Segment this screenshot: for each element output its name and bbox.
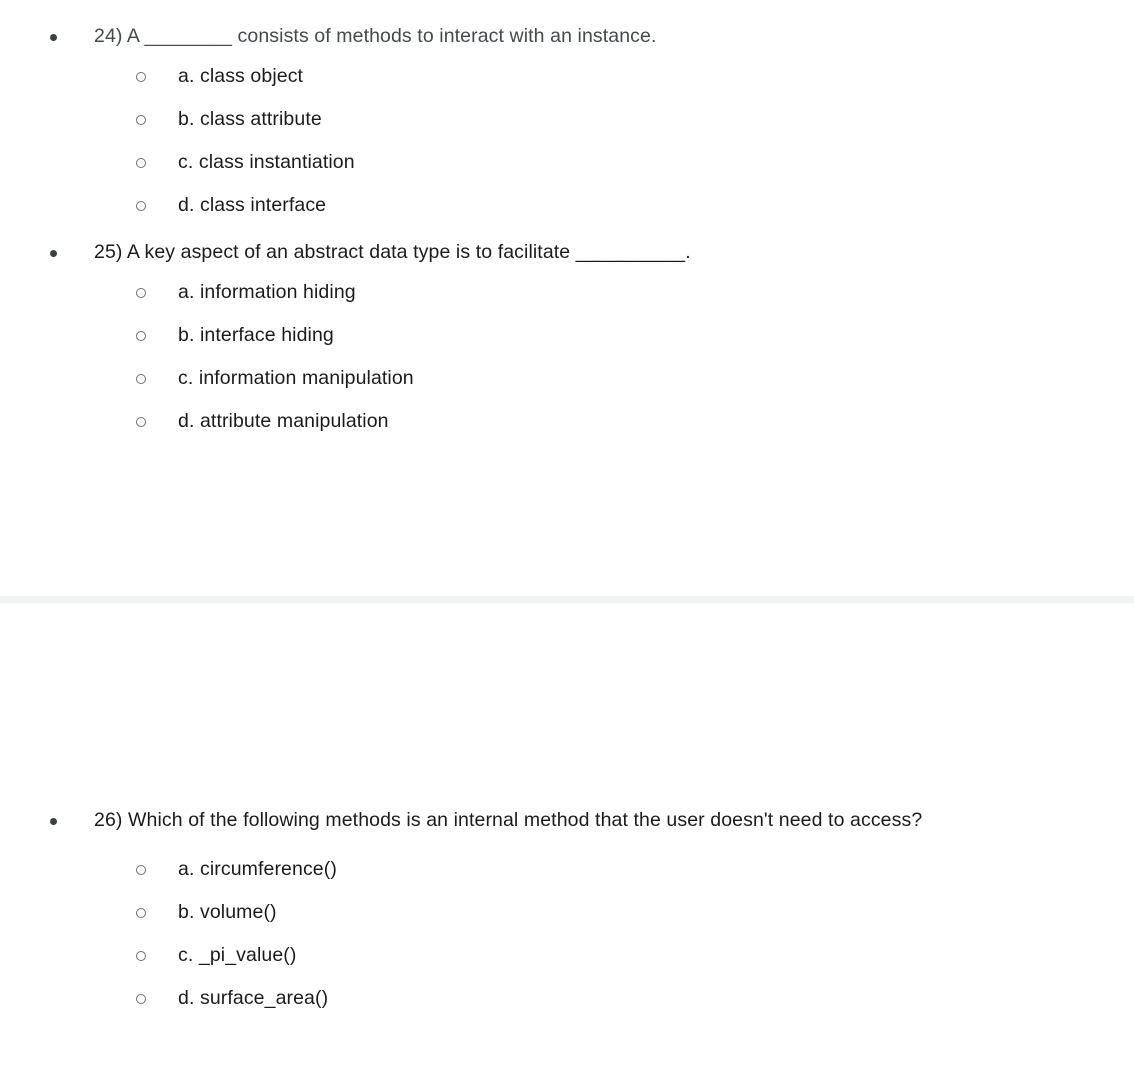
option-label: a. circumference() [178,858,337,880]
option-item[interactable]: b. class attribute [0,104,1134,147]
radio-circle-icon[interactable] [136,190,178,220]
option-label: c. _pi_value() [178,944,297,966]
option-item[interactable]: c. information manipulation [0,363,1134,406]
bullet-icon [44,238,94,268]
question-prompt: 24) A ________ consists of methods to in… [94,25,657,47]
option-list-q25: a. information hiding b. interface hidin… [0,277,1134,449]
option-item[interactable]: d. surface_area() [0,983,1134,1026]
option-label: d. class interface [178,194,327,216]
radio-circle-icon[interactable] [136,854,178,884]
option-label: b. interface hiding [178,324,334,346]
option-item[interactable]: c. class instantiation [0,147,1134,190]
option-item[interactable]: a. class object [0,61,1134,104]
radio-circle-icon[interactable] [136,363,178,393]
question-item-q24: 24) A ________ consists of methods to in… [0,22,1134,52]
option-item[interactable]: b. volume() [0,897,1134,940]
radio-circle-icon[interactable] [136,277,178,307]
option-label: c. class instantiation [178,151,355,173]
radio-circle-icon[interactable] [136,61,178,91]
quiz-page: 24) A ________ consists of methods to in… [0,0,1134,1080]
option-item[interactable]: a. circumference() [0,854,1134,897]
option-list-q26: a. circumference() b. volume() c. _pi_va… [0,854,1134,1026]
option-item[interactable]: d. attribute manipulation [0,406,1134,449]
option-item[interactable]: c. _pi_value() [0,940,1134,983]
top-spacer [0,0,1134,22]
option-label: a. class object [178,65,304,87]
bullet-icon [44,806,94,836]
question-prompt: 26) Which of the following methods is an… [94,809,923,831]
radio-circle-icon[interactable] [136,320,178,350]
radio-circle-icon[interactable] [136,147,178,177]
option-item[interactable]: a. information hiding [0,277,1134,320]
radio-circle-icon[interactable] [136,897,178,927]
option-label: b. volume() [178,901,277,923]
radio-circle-icon[interactable] [136,104,178,134]
option-item[interactable]: b. interface hiding [0,320,1134,363]
option-label: b. class attribute [178,108,322,130]
question-item-q26: 26) Which of the following methods is an… [0,806,1134,836]
radio-circle-icon[interactable] [136,983,178,1013]
option-label: a. information hiding [178,281,356,303]
option-label: d. attribute manipulation [178,410,389,432]
bullet-icon [44,22,94,52]
option-list-q24: a. class object b. class attribute c. cl… [0,61,1134,233]
option-label: d. surface_area() [178,987,329,1009]
question-item-q25: 25) A key aspect of an abstract data typ… [0,238,1134,268]
page-break-divider [0,596,1134,603]
option-item[interactable]: d. class interface [0,190,1134,233]
radio-circle-icon[interactable] [136,406,178,436]
page-break-divider-zone [0,449,1134,641]
option-label: c. information manipulation [178,367,414,389]
question-prompt: 25) A key aspect of an abstract data typ… [94,241,691,263]
radio-circle-icon[interactable] [136,940,178,970]
